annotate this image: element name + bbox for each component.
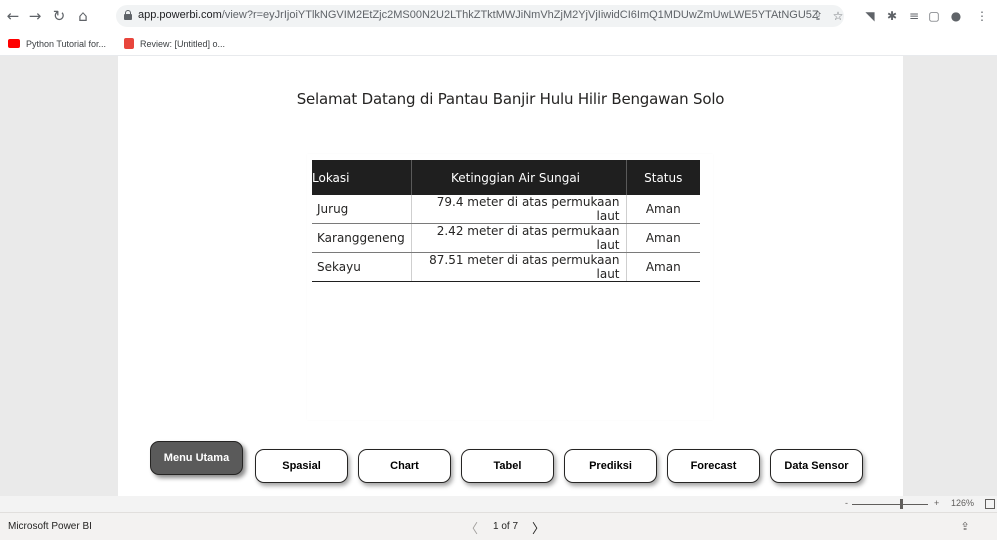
cell-lokasi: Jurug xyxy=(312,195,412,224)
cell-ketinggian: 87.51 meter di atas permukaan laut xyxy=(411,252,627,282)
cell-status: Aman xyxy=(626,223,700,253)
reading-list-icon[interactable]: ≡ xyxy=(906,8,922,24)
youtube-icon xyxy=(8,39,20,49)
fit-to-page-icon[interactable] xyxy=(985,499,995,509)
extension-icon[interactable]: ◥ xyxy=(862,8,878,24)
bookmark-review-untitled[interactable]: Review: [Untitled] o... xyxy=(124,37,225,51)
puzzle-icon[interactable]: ✱ xyxy=(884,8,900,24)
previous-page-icon[interactable]: 〈 xyxy=(465,518,478,537)
column-header-lokasi[interactable]: Lokasi xyxy=(312,160,412,195)
doc-icon xyxy=(124,38,134,50)
chart-button[interactable]: Chart xyxy=(358,449,451,483)
status-bar: Microsoft Power BI 〈 1 of 7 〉 ⇪ xyxy=(0,512,997,540)
table-visual[interactable]: Lokasi Ketinggian Air Sungai Status Juru… xyxy=(307,154,713,420)
cell-status: Aman xyxy=(626,252,700,282)
home-icon[interactable]: ⌂ xyxy=(74,7,92,25)
tabel-button[interactable]: Tabel xyxy=(461,449,554,483)
river-level-table: Lokasi Ketinggian Air Sungai Status Juru… xyxy=(312,160,700,282)
zoom-out-button[interactable]: - xyxy=(845,498,848,508)
cell-lokasi: Sekayu xyxy=(312,252,412,282)
more-menu-icon[interactable]: ⋮ xyxy=(974,8,990,24)
data-sensor-button[interactable]: Data Sensor xyxy=(770,449,863,483)
zoom-in-button[interactable]: + xyxy=(934,498,939,508)
profile-avatar-icon[interactable]: ● xyxy=(948,8,964,24)
cell-ketinggian: 2.42 meter di atas permukaan laut xyxy=(411,223,627,253)
forecast-button[interactable]: Forecast xyxy=(667,449,760,483)
url-path: /view?r=eyJrIjoiYTlkNGVIM2EtZjc2MS00N2U2… xyxy=(221,9,818,21)
column-header-ketinggian[interactable]: Ketinggian Air Sungai xyxy=(411,160,627,195)
share-page-icon[interactable]: ⇪ xyxy=(810,8,826,24)
bookmark-star-icon[interactable]: ☆ xyxy=(830,8,846,24)
url-host: app.powerbi.com xyxy=(138,9,222,21)
table-row[interactable]: Jurug 79.4 meter di atas permukaan laut … xyxy=(312,195,700,224)
column-header-status[interactable]: Status xyxy=(626,160,700,195)
cell-lokasi: Karanggeneng xyxy=(312,223,412,253)
back-arrow-icon[interactable]: ← xyxy=(4,7,22,25)
page-indicator: 1 of 7 xyxy=(493,521,519,532)
address-bar[interactable]: app.powerbi.com/view?r=eyJrIjoiYTlkNGVIM… xyxy=(116,5,844,27)
zoom-controls: - + 126% xyxy=(0,496,997,512)
report-page: Selamat Datang di Pantau Banjir Hulu Hil… xyxy=(118,56,903,496)
forward-arrow-icon[interactable]: → xyxy=(26,7,44,25)
zoom-slider-track[interactable] xyxy=(852,504,928,505)
table-row[interactable]: Sekayu 87.51 meter di atas permukaan lau… xyxy=(312,252,700,282)
table-header-row: Lokasi Ketinggian Air Sungai Status xyxy=(312,160,700,195)
zoom-level: 126% xyxy=(951,498,975,508)
bookmark-label: Review: [Untitled] o... xyxy=(140,39,226,49)
cell-status: Aman xyxy=(626,195,700,224)
browser-toolbar: ← → ↻ ⌂ app.powerbi.com/view?r=eyJrIjoiY… xyxy=(0,0,997,32)
next-page-icon[interactable]: 〉 xyxy=(532,518,545,537)
cell-ketinggian: 79.4 meter di atas permukaan laut xyxy=(411,195,627,224)
share-icon[interactable]: ⇪ xyxy=(958,520,972,534)
page-navigator: 〈 1 of 7 〉 xyxy=(465,518,555,537)
app-name: Microsoft Power BI xyxy=(8,521,92,532)
reload-icon[interactable]: ↻ xyxy=(50,7,68,25)
side-panel-icon[interactable]: ▢ xyxy=(926,8,942,24)
menu-utama-button[interactable]: Menu Utama xyxy=(150,441,243,475)
bookmarks-bar: Python Tutorial for... Review: [Untitled… xyxy=(0,32,997,56)
spasial-button[interactable]: Spasial xyxy=(255,449,348,483)
url-text: app.powerbi.com/view?r=eyJrIjoiYTlkNGVIM… xyxy=(138,9,818,21)
page-title: Selamat Datang di Pantau Banjir Hulu Hil… xyxy=(296,90,725,108)
lock-icon[interactable] xyxy=(124,10,132,20)
zoom-slider-thumb[interactable] xyxy=(900,499,903,509)
bookmark-label: Python Tutorial for... xyxy=(26,39,107,49)
table-row[interactable]: Karanggeneng 2.42 meter di atas permukaa… xyxy=(312,223,700,253)
prediksi-button[interactable]: Prediksi xyxy=(564,449,657,483)
bookmark-python-tutorial[interactable]: Python Tutorial for... xyxy=(8,37,106,51)
